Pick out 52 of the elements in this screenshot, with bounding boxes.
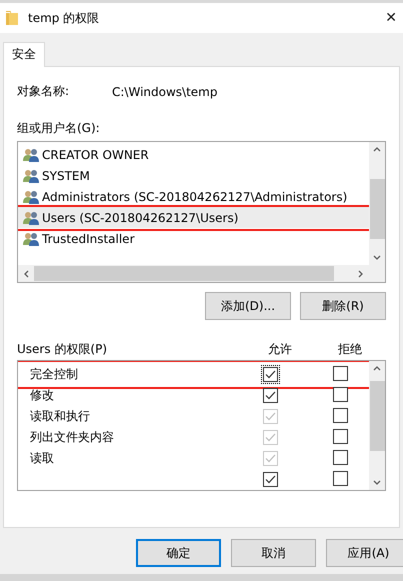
permission-name: 修改 <box>29 387 55 404</box>
group-name: CREATOR OWNER <box>42 148 149 162</box>
checkbox[interactable] <box>333 408 348 422</box>
object-name-label: 对象名称: <box>17 83 70 100</box>
allow-header: 允许 <box>268 340 293 358</box>
scroll-down-icon[interactable] <box>373 255 381 261</box>
permission-name: 读取和执行 <box>29 408 91 425</box>
scroll-left-icon[interactable] <box>23 270 29 278</box>
users-icon <box>23 232 40 246</box>
group-name: TrustedInstaller <box>42 232 135 246</box>
deny-header: 拒绝 <box>338 340 363 358</box>
add-button[interactable]: 添加(D)... <box>205 292 291 320</box>
checkbox[interactable] <box>333 470 348 486</box>
group-item[interactable]: TrustedInstaller <box>18 228 369 249</box>
close-button[interactable]: ✕ <box>385 10 397 26</box>
users-icon <box>23 168 40 182</box>
window-title: temp 的权限 <box>28 10 100 26</box>
vertical-scrollbar[interactable] <box>369 142 385 265</box>
scroll-right-icon[interactable] <box>358 270 364 278</box>
apply-button[interactable]: 应用(A) <box>326 539 403 567</box>
checkbox[interactable] <box>333 428 348 444</box>
group-name: Administrators (SC-201804262127\Administrators) <box>42 190 348 204</box>
permission-name: 读取 <box>29 450 55 467</box>
object-name-value: C:\Windows\temp <box>112 84 218 98</box>
vertical-scrollbar[interactable] <box>369 361 385 490</box>
permissions-label: Users 的权限(P) <box>17 340 108 358</box>
group-item[interactable]: CREATOR OWNER <box>18 144 369 165</box>
permission-name: 列出文件夹内容 <box>29 429 115 446</box>
tab[interactable]: 安全 <box>3 42 45 67</box>
horizontal-scrollbar[interactable] <box>18 265 385 282</box>
checkbox[interactable] <box>333 386 348 402</box>
scroll-up-icon[interactable] <box>373 365 381 371</box>
remove-button[interactable]: 删除(R) <box>300 292 386 320</box>
folder-icon <box>6 11 18 25</box>
group-item[interactable]: Administrators (SC-201804262127\Administrators) <box>18 186 369 207</box>
permission-name: 完全控制 <box>29 366 79 383</box>
group-name: SYSTEM <box>42 168 90 182</box>
checkbox[interactable] <box>263 472 278 487</box>
checkbox[interactable] <box>263 388 278 403</box>
cancel-button[interactable]: 取消 <box>231 539 316 567</box>
scroll-down-icon[interactable] <box>373 480 381 486</box>
users-icon <box>23 190 40 204</box>
checkbox[interactable] <box>333 450 348 464</box>
group-item[interactable]: SYSTEM <box>18 165 369 186</box>
group-name: Users (SC-201804262127\Users) <box>42 210 238 224</box>
group-item[interactable]: Users (SC-201804262127\Users) <box>18 207 369 228</box>
ok-button[interactable]: 确定 <box>136 539 221 567</box>
users-icon <box>23 148 40 162</box>
users-icon <box>23 210 40 224</box>
checkbox[interactable] <box>333 366 348 380</box>
scroll-up-icon[interactable] <box>373 146 381 152</box>
groups-label: 组或用户名(G): <box>17 120 101 137</box>
